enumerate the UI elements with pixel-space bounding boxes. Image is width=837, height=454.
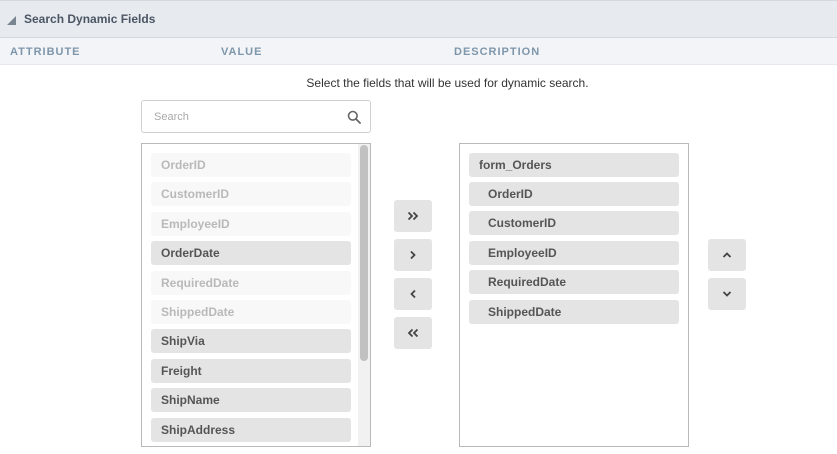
list-item-orderid[interactable]: OrderID <box>151 153 351 177</box>
list-group-form-orders[interactable]: form_Orders <box>469 153 679 177</box>
list-item-requireddate[interactable]: RequiredDate <box>151 271 351 295</box>
list-item-shipvia[interactable]: ShipVia <box>151 329 351 353</box>
section-title: Search Dynamic Fields <box>24 12 156 26</box>
selected-item-shippeddate[interactable]: ShippedDate <box>469 300 679 324</box>
column-header-description: DESCRIPTION <box>454 46 541 58</box>
scrollbar-thumb[interactable] <box>360 145 368 361</box>
chevron-left-icon <box>410 289 416 299</box>
list-item-orderdate[interactable]: OrderDate <box>151 241 351 265</box>
chevron-right-icon <box>410 250 416 260</box>
move-all-right-button[interactable] <box>394 200 432 232</box>
list-item-shippeddate[interactable]: ShippedDate <box>151 300 351 324</box>
chevron-up-icon <box>722 252 732 258</box>
search-box <box>141 100 371 133</box>
selected-item-orderid[interactable]: OrderID <box>469 182 679 206</box>
list-item-shipaddress[interactable]: ShipAddress <box>151 418 351 442</box>
move-down-button[interactable] <box>708 278 746 310</box>
selected-item-requireddate[interactable]: RequiredDate <box>469 270 679 294</box>
collapse-triangle-icon[interactable] <box>7 16 16 25</box>
section-header[interactable]: Search Dynamic Fields <box>0 0 837 38</box>
chevron-down-icon <box>722 291 732 297</box>
available-fields-list[interactable]: OrderID CustomerID EmployeeID OrderDate … <box>141 143 371 447</box>
chevrons-right-icon <box>407 211 419 221</box>
column-header-value: VALUE <box>221 46 263 58</box>
move-up-button[interactable] <box>708 239 746 271</box>
list-item-employeeid[interactable]: EmployeeID <box>151 212 351 236</box>
move-all-left-button[interactable] <box>394 317 432 349</box>
list-item-customerid[interactable]: CustomerID <box>151 182 351 206</box>
selected-item-employeeid[interactable]: EmployeeID <box>469 241 679 265</box>
search-icon[interactable] <box>347 110 361 124</box>
list-item-shipname[interactable]: ShipName <box>151 388 351 412</box>
chevrons-left-icon <box>407 328 419 338</box>
instruction-text: Select the fields that will be used for … <box>306 76 589 90</box>
move-right-button[interactable] <box>394 239 432 271</box>
search-input[interactable] <box>142 101 342 132</box>
column-header-row: ATTRIBUTE VALUE DESCRIPTION <box>0 38 837 65</box>
move-left-button[interactable] <box>394 278 432 310</box>
selected-fields-list[interactable]: form_Orders OrderID CustomerID EmployeeI… <box>459 143 689 447</box>
column-header-attribute: ATTRIBUTE <box>10 46 81 58</box>
scrollbar-track[interactable] <box>358 144 370 446</box>
list-item-freight[interactable]: Freight <box>151 359 351 383</box>
selected-item-customerid[interactable]: CustomerID <box>469 211 679 235</box>
